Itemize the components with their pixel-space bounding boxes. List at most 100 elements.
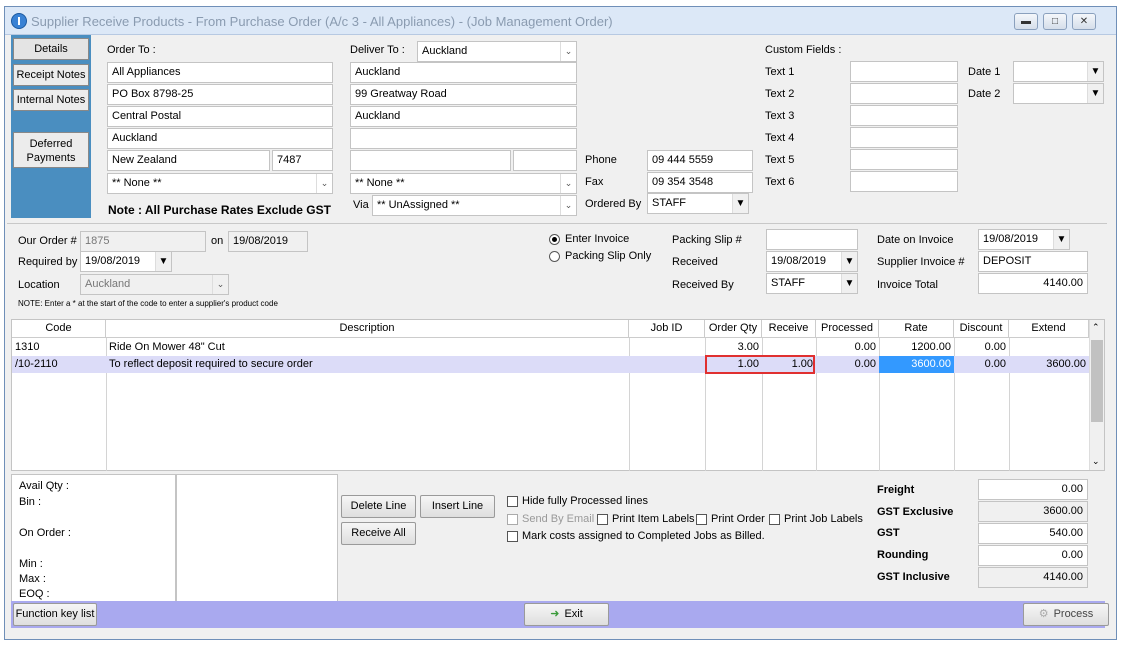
print-item-labels-checkbox[interactable]	[597, 514, 608, 525]
chevron-down-icon[interactable]: ⌄	[316, 174, 332, 193]
column-header-rate[interactable]: Rate	[879, 320, 954, 338]
order-to-line-4[interactable]: Auckland	[107, 128, 333, 149]
column-header-order-qty[interactable]: Order Qty	[705, 320, 762, 338]
exit-button[interactable]: ➜ Exit	[524, 603, 609, 626]
sidebar-item-internal-notes[interactable]: Internal Notes	[13, 89, 89, 111]
chevron-down-icon[interactable]: ⌄	[560, 174, 576, 193]
mark-costs-checkbox[interactable]	[507, 531, 518, 542]
order-to-line-2[interactable]: PO Box 8798-25	[107, 84, 333, 105]
chevron-down-icon[interactable]: ▼	[841, 274, 857, 293]
chevron-down-icon[interactable]: ▼	[155, 252, 171, 271]
row-extend[interactable]	[1009, 339, 1089, 356]
rounding-field[interactable]: 0.00	[978, 545, 1088, 566]
phone-field[interactable]: 09 444 5559	[647, 150, 753, 171]
column-header-receive[interactable]: Receive	[762, 320, 816, 338]
scroll-down-icon[interactable]: ⌄	[1092, 456, 1100, 467]
chevron-down-icon[interactable]: ▼	[732, 194, 748, 213]
vertical-scrollbar[interactable]: ⌃ ⌄	[1089, 320, 1104, 470]
row-job-id[interactable]	[629, 339, 705, 356]
gst-field[interactable]: 540.00	[978, 523, 1088, 544]
text2-field[interactable]	[850, 83, 958, 104]
chevron-down-icon[interactable]: ⌄	[560, 42, 576, 61]
deliver-to-line-5[interactable]	[350, 150, 511, 171]
packing-slip-only-radio[interactable]	[549, 251, 560, 262]
packing-slip-field[interactable]	[766, 229, 858, 250]
print-order-checkbox[interactable]	[696, 514, 707, 525]
via-select[interactable]: ** UnAssigned ** ⌄	[372, 195, 577, 216]
row-code[interactable]: /10-2110	[12, 356, 106, 373]
supplier-invoice-field[interactable]: DEPOSIT	[978, 251, 1088, 272]
order-to-select[interactable]: ** None ** ⌄	[107, 173, 333, 194]
row-rate[interactable]: 1200.00	[879, 339, 954, 356]
chevron-down-icon[interactable]: ▼	[1087, 84, 1103, 103]
chevron-down-icon[interactable]: ▼	[1053, 230, 1069, 249]
date-on-invoice-field[interactable]: 19/08/2019 ▼	[978, 229, 1070, 250]
row-order-qty[interactable]: 3.00	[705, 339, 762, 356]
sidebar-item-details[interactable]: Details	[13, 38, 89, 60]
column-header-processed[interactable]: Processed	[816, 320, 879, 338]
chevron-down-icon[interactable]: ⌄	[212, 275, 228, 294]
scroll-up-icon[interactable]: ⌃	[1092, 322, 1100, 333]
receive-all-button[interactable]: Receive All	[341, 522, 416, 545]
row-job-id[interactable]	[629, 356, 705, 373]
column-header-code[interactable]: Code	[12, 320, 106, 338]
order-to-postcode[interactable]: 7487	[272, 150, 333, 171]
send-by-email-checkbox[interactable]	[507, 514, 518, 525]
date2-field[interactable]: ▼	[1013, 83, 1104, 104]
sidebar-item-deferred-payments[interactable]: Deferred Payments	[13, 132, 89, 168]
row-receive[interactable]	[762, 339, 816, 356]
order-to-line-3[interactable]: Central Postal	[107, 106, 333, 127]
on-date-field[interactable]: 19/08/2019	[228, 231, 308, 252]
text5-field[interactable]	[850, 149, 958, 170]
deliver-to-address-select[interactable]: ** None ** ⌄	[350, 173, 577, 194]
row-discount[interactable]: 0.00	[954, 356, 1009, 373]
row-processed[interactable]: 0.00	[816, 339, 879, 356]
table-row-selected[interactable]: /10-2110 To reflect deposit required to …	[12, 356, 1089, 373]
deliver-to-line-2[interactable]: 99 Greatway Road	[350, 84, 577, 105]
deliver-to-line-3[interactable]: Auckland	[350, 106, 577, 127]
fax-field[interactable]: 09 354 3548	[647, 172, 753, 193]
freight-field[interactable]: 0.00	[978, 479, 1088, 500]
deliver-to-line-4[interactable]	[350, 128, 577, 149]
row-extend[interactable]: 3600.00	[1009, 356, 1089, 373]
chevron-down-icon[interactable]: ▼	[1087, 62, 1103, 81]
received-field[interactable]: 19/08/2019 ▼	[766, 251, 858, 272]
insert-line-button[interactable]: Insert Line	[420, 495, 495, 518]
process-button[interactable]: ⚙ Process	[1023, 603, 1109, 626]
hide-processed-checkbox[interactable]	[507, 496, 518, 507]
ordered-by-select[interactable]: STAFF ▼	[647, 193, 749, 214]
sidebar-item-receipt-notes[interactable]: Receipt Notes	[13, 64, 89, 86]
table-row[interactable]: 1310 Ride On Mower 48" Cut 3.00 0.00 120…	[12, 339, 1089, 356]
deliver-to-select[interactable]: Auckland ⌄	[417, 41, 577, 62]
row-description[interactable]: To reflect deposit required to secure or…	[106, 356, 629, 373]
print-job-labels-checkbox[interactable]	[769, 514, 780, 525]
column-header-description[interactable]: Description	[106, 320, 629, 338]
row-description[interactable]: Ride On Mower 48" Cut	[106, 339, 629, 356]
enter-invoice-radio[interactable]	[549, 234, 560, 245]
delete-line-button[interactable]: Delete Line	[341, 495, 416, 518]
function-key-list-button[interactable]: Function key list	[13, 603, 97, 626]
column-header-discount[interactable]: Discount	[954, 320, 1009, 338]
column-header-job-id[interactable]: Job ID	[629, 320, 705, 338]
close-icon[interactable]: ✕	[1072, 13, 1096, 30]
deliver-to-line-1[interactable]: Auckland	[350, 62, 577, 83]
order-to-line-1[interactable]: All Appliances	[107, 62, 333, 83]
column-header-extend[interactable]: Extend	[1009, 320, 1089, 338]
location-select[interactable]: Auckland ⌄	[80, 274, 229, 295]
chevron-down-icon[interactable]: ▼	[841, 252, 857, 271]
received-by-select[interactable]: STAFF ▼	[766, 273, 858, 294]
required-by-field[interactable]: 19/08/2019 ▼	[80, 251, 172, 272]
invoice-total-field[interactable]: 4140.00	[978, 273, 1088, 294]
text1-field[interactable]	[850, 61, 958, 82]
chevron-down-icon[interactable]: ⌄	[560, 196, 576, 215]
deliver-to-postcode[interactable]	[513, 150, 577, 171]
row-code[interactable]: 1310	[12, 339, 106, 356]
text3-field[interactable]	[850, 105, 958, 126]
scrollbar-thumb[interactable]	[1091, 340, 1103, 422]
minimize-icon[interactable]: ▬	[1014, 13, 1038, 30]
date1-field[interactable]: ▼	[1013, 61, 1104, 82]
row-rate[interactable]: 3600.00	[879, 356, 954, 373]
row-discount[interactable]: 0.00	[954, 339, 1009, 356]
text6-field[interactable]	[850, 171, 958, 192]
row-processed[interactable]: 0.00	[816, 356, 879, 373]
